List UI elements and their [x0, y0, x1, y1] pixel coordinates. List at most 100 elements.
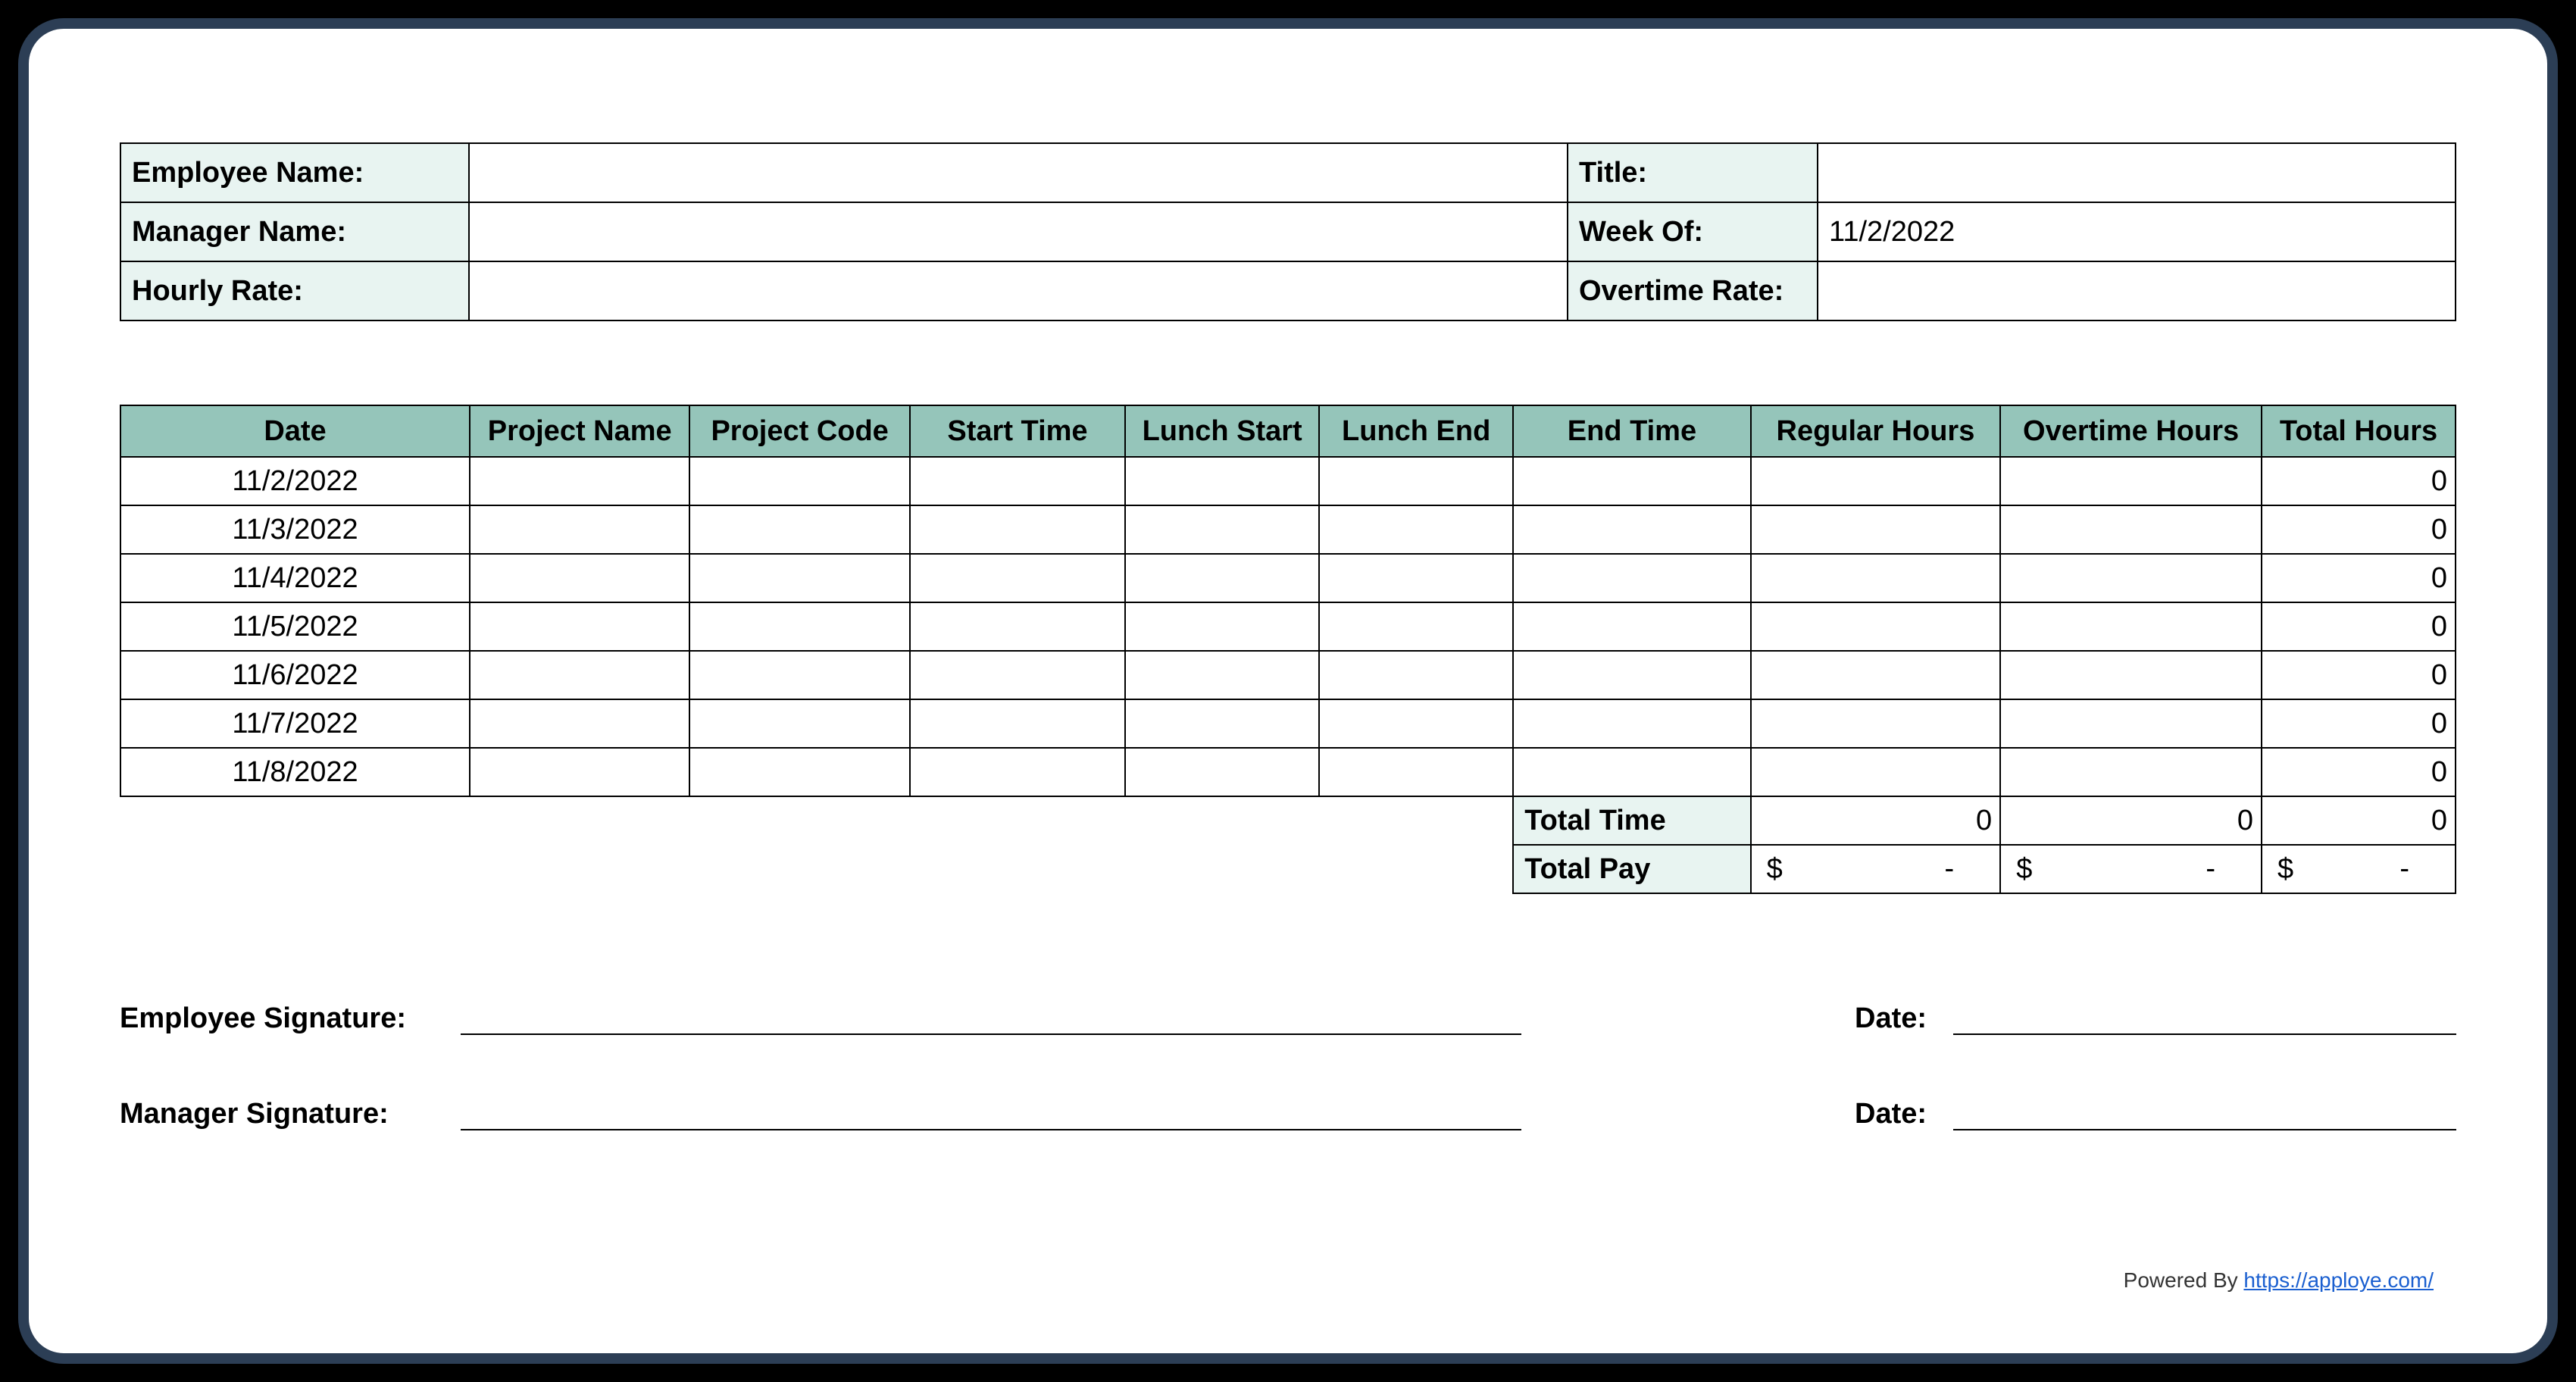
cell-lunch-end[interactable]	[1319, 651, 1513, 699]
col-overtime-hours: Overtime Hours	[2000, 405, 2262, 457]
cell-lunch-start[interactable]	[1125, 748, 1319, 796]
cell-date[interactable]: 11/7/2022	[120, 699, 470, 748]
cell-end-time[interactable]	[1513, 699, 1750, 748]
canvas: Employee Name: Title: Manager Name: Week…	[0, 0, 2576, 1382]
cell-overtime-hours[interactable]	[2000, 651, 2262, 699]
cell-end-time[interactable]	[1513, 457, 1750, 505]
cell-total-hours: 0	[2262, 554, 2456, 602]
cell-overtime-hours[interactable]	[2000, 457, 2262, 505]
cell-start-time[interactable]	[910, 699, 1125, 748]
cell-project-code[interactable]	[689, 748, 909, 796]
cell-project-code[interactable]	[689, 602, 909, 651]
cell-regular-hours[interactable]	[1751, 602, 2001, 651]
manager-date-line[interactable]	[1953, 1096, 2456, 1130]
cell-end-time[interactable]	[1513, 651, 1750, 699]
week-of-value[interactable]: 11/2/2022	[1818, 202, 2456, 261]
cell-end-time[interactable]	[1513, 748, 1750, 796]
cell-project-name[interactable]	[470, 505, 689, 554]
timesheet-header-row: Date Project Name Project Code Start Tim…	[120, 405, 2456, 457]
blank-cell	[120, 845, 1513, 893]
manager-signature-line[interactable]	[461, 1096, 1521, 1130]
employee-date-line[interactable]	[1953, 1000, 2456, 1035]
title-value[interactable]	[1818, 143, 2456, 202]
cell-total-hours: 0	[2262, 505, 2456, 554]
cell-date[interactable]: 11/4/2022	[120, 554, 470, 602]
cell-overtime-hours[interactable]	[2000, 699, 2262, 748]
cell-date[interactable]: 11/3/2022	[120, 505, 470, 554]
cell-lunch-end[interactable]	[1319, 602, 1513, 651]
cell-project-name[interactable]	[470, 554, 689, 602]
cell-end-time[interactable]	[1513, 602, 1750, 651]
cell-overtime-hours[interactable]	[2000, 748, 2262, 796]
overtime-rate-label: Overtime Rate:	[1568, 261, 1818, 320]
cell-overtime-hours[interactable]	[2000, 554, 2262, 602]
cell-regular-hours[interactable]	[1751, 699, 2001, 748]
cell-regular-hours[interactable]	[1751, 457, 2001, 505]
cell-lunch-start[interactable]	[1125, 699, 1319, 748]
cell-overtime-hours[interactable]	[2000, 602, 2262, 651]
cell-project-name[interactable]	[470, 457, 689, 505]
cell-start-time[interactable]	[910, 457, 1125, 505]
cell-regular-hours[interactable]	[1751, 554, 2001, 602]
cell-start-time[interactable]	[910, 505, 1125, 554]
cell-lunch-end[interactable]	[1319, 699, 1513, 748]
total-pay-label: Total Pay	[1513, 845, 1750, 893]
cell-project-code[interactable]	[689, 505, 909, 554]
cell-lunch-start[interactable]	[1125, 505, 1319, 554]
overtime-rate-value[interactable]	[1818, 261, 2456, 320]
cell-date[interactable]: 11/5/2022	[120, 602, 470, 651]
manager-date-label: Date:	[1855, 1098, 1953, 1130]
col-project-code: Project Code	[689, 405, 909, 457]
info-row-3: Hourly Rate: Overtime Rate:	[120, 261, 2456, 320]
currency-symbol: $	[1767, 853, 1783, 885]
timesheet-card: Employee Name: Title: Manager Name: Week…	[18, 18, 2558, 1364]
cell-total-hours: 0	[2262, 651, 2456, 699]
cell-date[interactable]: 11/2/2022	[120, 457, 470, 505]
hourly-rate-value[interactable]	[469, 261, 1568, 320]
cell-end-time[interactable]	[1513, 505, 1750, 554]
cell-regular-hours[interactable]	[1751, 505, 2001, 554]
cell-start-time[interactable]	[910, 554, 1125, 602]
cell-project-code[interactable]	[689, 651, 909, 699]
manager-name-value[interactable]	[469, 202, 1568, 261]
cell-regular-hours[interactable]	[1751, 651, 2001, 699]
cell-end-time[interactable]	[1513, 554, 1750, 602]
cell-regular-hours[interactable]	[1751, 748, 2001, 796]
employee-signature-label: Employee Signature:	[120, 1002, 461, 1035]
hourly-rate-label: Hourly Rate:	[120, 261, 469, 320]
cell-total-hours: 0	[2262, 748, 2456, 796]
cell-lunch-end[interactable]	[1319, 457, 1513, 505]
cell-project-name[interactable]	[470, 699, 689, 748]
blank-cell	[120, 796, 1513, 845]
cell-project-code[interactable]	[689, 699, 909, 748]
col-end-time: End Time	[1513, 405, 1750, 457]
cell-lunch-start[interactable]	[1125, 602, 1319, 651]
employee-date-label: Date:	[1855, 1002, 1953, 1035]
cell-lunch-end[interactable]	[1319, 505, 1513, 554]
cell-project-name[interactable]	[470, 748, 689, 796]
total-time-label: Total Time	[1513, 796, 1750, 845]
employee-name-value[interactable]	[469, 143, 1568, 202]
cell-start-time[interactable]	[910, 748, 1125, 796]
info-row-2: Manager Name: Week Of: 11/2/2022	[120, 202, 2456, 261]
employee-signature-row: Employee Signature: Date:	[120, 1000, 2456, 1035]
cell-lunch-start[interactable]	[1125, 651, 1319, 699]
cell-project-code[interactable]	[689, 457, 909, 505]
cell-lunch-start[interactable]	[1125, 554, 1319, 602]
total-time-overtime: 0	[2000, 796, 2262, 845]
total-pay-regular: $ -	[1751, 845, 2001, 893]
cell-project-name[interactable]	[470, 651, 689, 699]
employee-signature-line[interactable]	[461, 1000, 1521, 1035]
cell-date[interactable]: 11/6/2022	[120, 651, 470, 699]
cell-project-code[interactable]	[689, 554, 909, 602]
cell-lunch-end[interactable]	[1319, 748, 1513, 796]
cell-start-time[interactable]	[910, 651, 1125, 699]
cell-lunch-end[interactable]	[1319, 554, 1513, 602]
powered-by-link[interactable]: https://apploye.com/	[2243, 1268, 2434, 1292]
cell-overtime-hours[interactable]	[2000, 505, 2262, 554]
cell-start-time[interactable]	[910, 602, 1125, 651]
cell-date[interactable]: 11/8/2022	[120, 748, 470, 796]
cell-project-name[interactable]	[470, 602, 689, 651]
cell-lunch-start[interactable]	[1125, 457, 1319, 505]
total-time-regular: 0	[1751, 796, 2001, 845]
